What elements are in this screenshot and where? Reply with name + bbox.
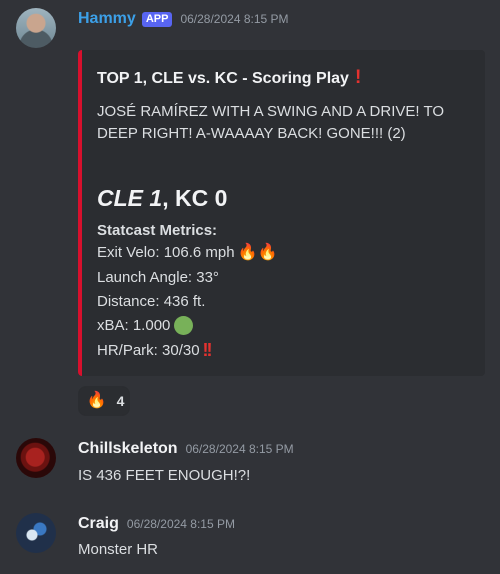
timestamp[interactable]: 06/28/2024 8:15 PM	[180, 12, 288, 26]
message-header: Hammy APP 06/28/2024 8:15 PM	[78, 8, 289, 30]
stat-label: HR/Park: 30/30	[97, 342, 200, 359]
fire-icon: 🔥	[86, 392, 107, 409]
fire-icon: 🔥🔥	[237, 243, 278, 261]
avatar[interactable]	[16, 8, 56, 48]
author-name[interactable]: Hammy	[78, 10, 136, 28]
author-name[interactable]: Chillskeleton	[78, 440, 178, 458]
statcast-title: Statcast Metrics:	[97, 222, 218, 239]
author-name[interactable]: Craig	[78, 515, 119, 533]
scoring-play-embed: TOP 1, CLE vs. KC - Scoring Play! JOSÉ R…	[78, 50, 485, 376]
stat-distance: Distance: 436 ft.	[97, 293, 205, 310]
score-away: , KC 0	[162, 185, 228, 211]
timestamp[interactable]: 06/28/2024 8:15 PM	[127, 517, 235, 531]
exclamation-icon: !	[354, 67, 362, 88]
embed-title: TOP 1, CLE vs. KC - Scoring Play!	[97, 67, 361, 89]
stat-label: Launch Angle: 33°	[97, 269, 219, 286]
timestamp[interactable]: 06/28/2024 8:15 PM	[186, 442, 294, 456]
embed-title-text: TOP 1, CLE vs. KC - Scoring Play	[97, 70, 349, 87]
score-home: CLE 1	[97, 185, 163, 211]
double-exclamation-icon: !!	[202, 340, 213, 360]
message-header: Chillskeleton 06/28/2024 8:15 PM	[78, 438, 294, 460]
stat-label: xBA: 1.000	[97, 317, 171, 334]
avatar[interactable]	[16, 438, 56, 478]
embed-accent-bar	[78, 50, 82, 376]
stat-label: Distance: 436 ft.	[97, 293, 206, 310]
message-header: Craig 06/28/2024 8:15 PM	[78, 513, 235, 535]
stat-hr-park: HR/Park: 30/30 !!	[97, 340, 213, 361]
reaction-count: 4	[116, 393, 125, 409]
stat-launch-angle: Launch Angle: 33°	[97, 269, 219, 286]
embed-description: JOSÉ RAMÍREZ WITH A SWING AND A DRIVE! T…	[97, 103, 445, 142]
avatar[interactable]	[16, 513, 56, 553]
score-line: CLE 1, KC 0	[97, 185, 227, 212]
stat-label: Exit Velo: 106.6 mph	[97, 244, 235, 261]
message-text: Monster HR	[78, 541, 159, 558]
app-badge: APP	[141, 11, 173, 27]
reaction-fire[interactable]: 🔥 4	[78, 386, 130, 416]
stat-xba: xBA: 1.000	[97, 316, 194, 335]
green-circle-icon	[174, 316, 194, 335]
stat-exit-velo: Exit Velo: 106.6 mph 🔥🔥	[97, 244, 277, 261]
chat-log: Hammy APP 06/28/2024 8:15 PM TOP 1, CLE …	[0, 0, 500, 574]
message-text: IS 436 FEET ENOUGH!?!	[78, 467, 251, 484]
